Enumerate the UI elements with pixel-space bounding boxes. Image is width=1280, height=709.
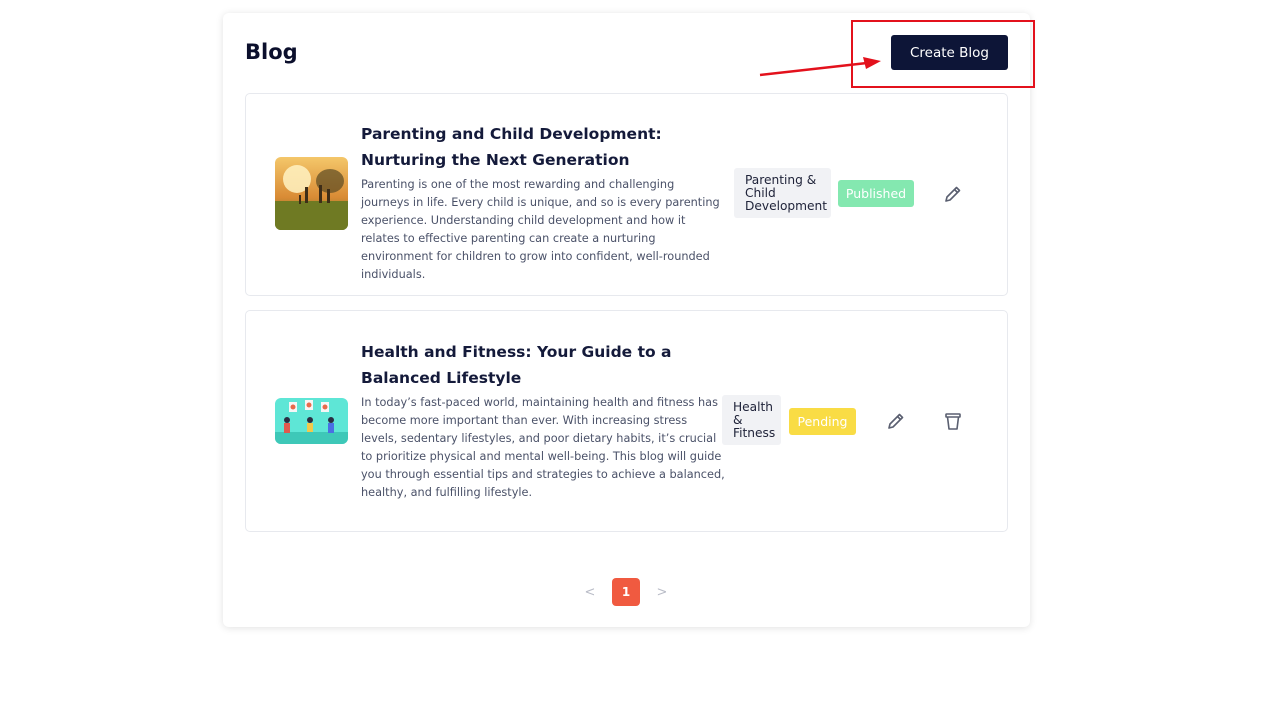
post-thumbnail [275, 157, 348, 230]
status-badge-published: Published [838, 180, 914, 207]
post-excerpt: Parenting is one of the most rewarding a… [361, 178, 720, 281]
blog-post-item: Health and Fitness: Your Guide to a Bala… [245, 310, 1008, 532]
annotation-arrow [759, 57, 881, 77]
category-tag: Parenting & Child Development [734, 168, 831, 218]
pencil-icon[interactable] [883, 408, 909, 434]
page-title: Blog [245, 40, 298, 64]
category-tag: Health & Fitness [722, 395, 781, 445]
previous-page-icon[interactable]: < [578, 578, 602, 606]
pagination: < 1 > [578, 577, 674, 607]
blog-post-item: Parenting and Child Development: Nurturi… [245, 93, 1008, 296]
post-title[interactable]: Parenting and Child Development: Nurturi… [361, 121, 731, 173]
post-excerpt: In today’s fast-paced world, maintaining… [361, 396, 725, 499]
page-number-active[interactable]: 1 [612, 578, 640, 606]
post-title[interactable]: Health and Fitness: Your Guide to a Bala… [361, 339, 731, 391]
trash-icon[interactable] [940, 408, 966, 434]
status-badge-pending: Pending [789, 408, 856, 435]
next-page-icon[interactable]: > [650, 578, 674, 606]
pencil-icon[interactable] [940, 181, 966, 207]
post-thumbnail [275, 398, 348, 444]
